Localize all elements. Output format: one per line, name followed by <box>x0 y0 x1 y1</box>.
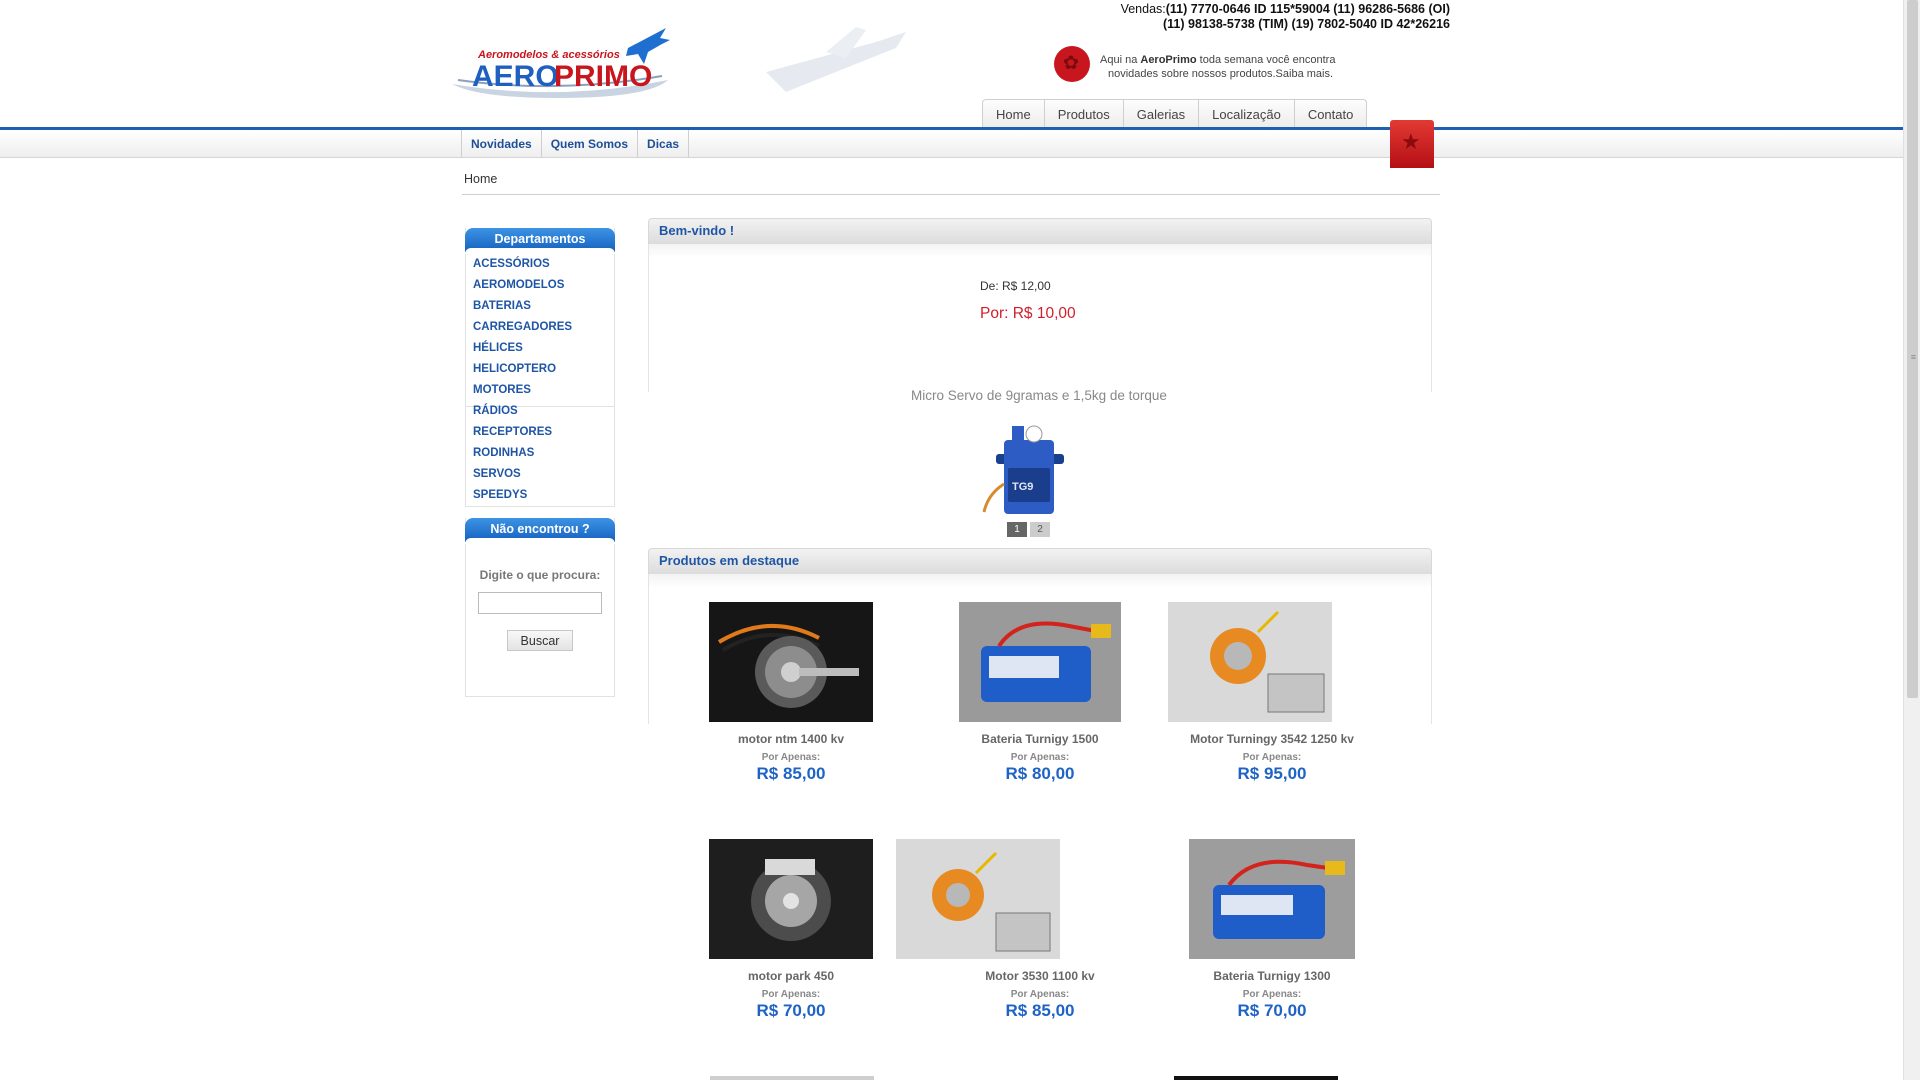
subnav-dicas[interactable]: Dicas <box>637 130 690 157</box>
product-price: R$ 70,00 <box>1237 1001 1307 1020</box>
departments-box-bottom <box>465 406 615 507</box>
dept-helicoptero[interactable]: HELICOPTERO <box>473 359 614 380</box>
departments-title: Departamentos <box>465 228 615 252</box>
product-card[interactable]: motor park 450 Por Apenas: R$ 70,00 <box>675 839 907 1021</box>
product-name[interactable]: Bateria Turnigy 1300 <box>1156 969 1388 983</box>
price-prefix: Por Apenas: <box>1242 989 1302 1000</box>
sales-contacts: Vendas:(11) 7770-0646 ID 115*59004 (11) … <box>1121 2 1450 32</box>
promo-text-line-2: novidades sobre nossos produtos.Saiba ma… <box>1108 68 1334 80</box>
promo-flower-icon <box>1054 46 1090 82</box>
product-image[interactable] <box>709 602 873 722</box>
product-name[interactable]: motor ntm 1400 kv <box>675 732 907 746</box>
price-prefix: Por Apenas: <box>1242 752 1302 763</box>
search-input[interactable] <box>478 592 602 614</box>
product-price: R$ 70,00 <box>756 1001 826 1020</box>
old-price: De: R$ 12,00 <box>980 279 1051 293</box>
product-image[interactable] <box>1168 602 1332 722</box>
product-price: R$ 85,00 <box>1005 1001 1075 1020</box>
product-price: R$ 80,00 <box>1005 764 1075 783</box>
subnav-novidades[interactable]: Novidades <box>461 130 541 157</box>
nav-produtos[interactable]: Produtos <box>1045 100 1124 128</box>
search-label: Digite o que procura: <box>479 568 601 582</box>
product-price: R$ 95,00 <box>1237 764 1307 783</box>
product-card[interactable]: Motor 3530 1100 kv Por Apenas: R$ 85,00 <box>896 839 1156 1021</box>
price-prefix: Por Apenas: <box>1010 989 1070 1000</box>
sale-price: Por: R$ 10,00 <box>980 305 1076 322</box>
nav-galerias[interactable]: Galerias <box>1124 100 1200 128</box>
promo-notice[interactable]: Aqui na AeroPrimo toda semana você encon… <box>1054 46 1354 86</box>
product-price: R$ 85,00 <box>756 764 826 783</box>
nav-localizacao[interactable]: Localização <box>1199 100 1295 128</box>
servo-product-image[interactable]: TG9 <box>982 424 1078 518</box>
price-prefix: Por Apenas: <box>1010 752 1070 763</box>
slide-pager: 1 2 <box>1007 522 1050 537</box>
featured-panel-header: Produtos em destaque <box>648 548 1432 575</box>
price-prefix: Por Apenas: <box>761 752 821 763</box>
product-card[interactable]: Bateria Turnigy 1300 Por Apenas: R$ 70,0… <box>1156 839 1388 1021</box>
contacts-line-2: (11) 98138-5738 (TIM) (19) 7802-5040 ID … <box>1163 17 1450 31</box>
product-name[interactable]: Motor Turningy 3542 1250 kv <box>1156 732 1388 746</box>
sub-navigation-bar <box>0 130 1904 158</box>
promo-text-a: Aqui na <box>1100 54 1141 66</box>
search-title: Não encontrou ? <box>465 518 615 542</box>
search-button[interactable]: Buscar <box>507 630 573 651</box>
dept-motores[interactable]: MOTORES <box>473 380 614 401</box>
dept-helices[interactable]: HÉLICES <box>473 338 614 359</box>
product-image[interactable] <box>709 839 873 959</box>
product-name[interactable]: Motor 3530 1100 kv <box>924 969 1156 983</box>
servo-label: TG9 <box>1012 481 1033 493</box>
dept-aeromodelos[interactable]: AEROMODELOS <box>473 275 614 296</box>
svg-text:AERO: AERO <box>472 60 559 93</box>
product-card[interactable]: Motor Turningy 3542 1250 kv Por Apenas: … <box>1156 602 1388 784</box>
departments-box: Departamentos ACESSÓRIOS AEROMODELOS BAT… <box>465 228 615 501</box>
product-image[interactable] <box>896 839 1060 959</box>
slide-page-1[interactable]: 1 <box>1007 522 1027 537</box>
product-image[interactable] <box>959 602 1121 722</box>
sub-navigation: Novidades Quem Somos Dicas <box>461 130 690 157</box>
product-card[interactable]: motor ntm 1400 kv Por Apenas: R$ 85,00 <box>675 602 907 784</box>
subnav-quem-somos[interactable]: Quem Somos <box>540 130 637 157</box>
price-prefix: Por Apenas: <box>761 989 821 1000</box>
product-image-partial[interactable] <box>1174 1076 1338 1080</box>
product-name[interactable]: Bateria Turnigy 1500 <box>924 732 1156 746</box>
scrollbar-thumb[interactable] <box>1907 0 1918 698</box>
featured-title: Produtos em destaque <box>659 553 800 568</box>
dept-carregadores[interactable]: CARREGADORES <box>473 317 614 338</box>
slide-caption[interactable]: Micro Servo de 9gramas e 1,5kg de torque <box>648 388 1430 403</box>
product-card[interactable]: Bateria Turnigy 1500 Por Apenas: R$ 80,0… <box>924 602 1156 784</box>
contacts-line-1: (11) 7770-0646 ID 115*59004 (11) 96286-5… <box>1165 2 1450 16</box>
product-image-partial[interactable] <box>710 1076 874 1080</box>
star-ribbon-icon[interactable] <box>1390 120 1434 168</box>
welcome-panel-header: Bem-vindo ! <box>648 218 1432 245</box>
dept-baterias[interactable]: BATERIAS <box>473 296 614 317</box>
svg-text:PRIMO: PRIMO <box>554 60 652 93</box>
dept-acessorios[interactable]: ACESSÓRIOS <box>473 254 614 275</box>
breadcrumb-divider <box>462 194 1440 195</box>
plane-watermark <box>756 22 916 102</box>
nav-contato[interactable]: Contato <box>1295 100 1367 128</box>
slide-page-2[interactable]: 2 <box>1030 522 1050 537</box>
product-name[interactable]: motor park 450 <box>675 969 907 983</box>
promo-brand: AeroPrimo <box>1140 54 1197 66</box>
welcome-title: Bem-vindo ! <box>659 223 735 238</box>
top-navigation: Home Produtos Galerias Localização Conta… <box>982 99 1368 128</box>
product-image[interactable] <box>1189 839 1355 959</box>
contacts-prefix: Vendas: <box>1120 2 1166 16</box>
breadcrumb[interactable]: Home <box>464 172 497 186</box>
search-box: Não encontrou ? Digite o que procura: Bu… <box>465 518 615 697</box>
promo-text-c: toda semana você encontra <box>1196 54 1336 66</box>
scrollbar-grip-icon: ≡ <box>1910 352 1916 362</box>
aeroprimo-logo[interactable]: Aeromodelos & acessórios AERO PRIMO <box>448 24 674 98</box>
nav-home[interactable]: Home <box>983 100 1045 128</box>
